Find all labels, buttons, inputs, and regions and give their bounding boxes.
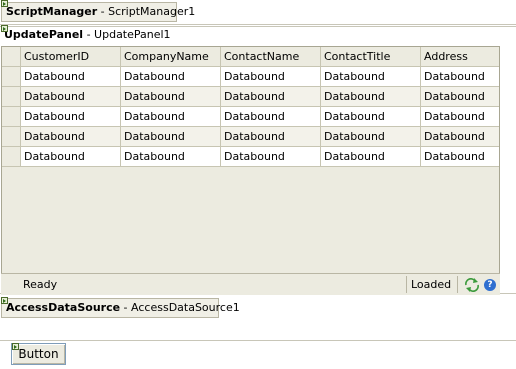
table-cell: Databound [321,67,421,87]
table-row[interactable]: Databound Databound Databound Databound … [2,87,499,107]
table-cell: Databound [421,67,499,87]
table-row[interactable]: Databound Databound Databound Databound … [2,147,499,167]
update-panel-id: UpdatePanel1 [94,28,171,41]
table-row[interactable]: Databound Databound Databound Databound … [2,107,499,127]
table-row[interactable]: Databound Databound Databound Databound … [2,127,499,147]
divider [0,24,516,25]
table-cell: Databound [121,127,221,147]
script-manager-type: ScriptManager [6,5,98,18]
table-cell: Databound [221,147,321,167]
script-manager-sep: - [97,5,109,18]
access-data-source-sep: - [120,301,132,314]
grid-header-row: CustomerID CompanyName ContactName Conta… [2,47,499,67]
data-grid[interactable]: CustomerID CompanyName ContactName Conta… [1,46,500,295]
table-cell: Databound [421,107,499,127]
table-cell: Databound [21,127,121,147]
table-cell: Databound [321,107,421,127]
script-manager-id: ScriptManager1 [108,5,196,18]
column-header-customerid[interactable]: CustomerID [21,47,121,67]
table-cell: Databound [221,67,321,87]
table-cell: Databound [121,107,221,127]
table-cell: Databound [421,127,499,147]
table-cell: Databound [321,147,421,167]
table-cell: Databound [221,107,321,127]
access-data-source-id: AccessDataSource1 [131,301,240,314]
status-divider [406,276,407,293]
table-cell: Databound [221,127,321,147]
table-cell: Databound [321,87,421,107]
table-cell: Databound [21,147,121,167]
access-data-source-type: AccessDataSource [6,301,121,314]
divider [0,340,516,341]
table-cell: Databound [421,87,499,107]
table-cell: Databound [21,87,121,107]
access-data-source-label[interactable]: AccessDataSource - AccessDataSource1 [1,298,240,318]
button[interactable]: Button [11,343,66,365]
column-header-contacttitle[interactable]: ContactTitle [321,47,421,67]
control-glyph-icon [1,297,8,304]
table-cell: Databound [121,87,221,107]
table-cell: Databound [121,147,221,167]
grid-status-bar: Ready Loaded ? [1,273,500,295]
row-selector[interactable] [2,107,21,127]
update-panel-label[interactable]: UpdatePanel - UpdatePanel1 [0,26,175,44]
update-panel-type: UpdatePanel [4,28,84,41]
row-selector[interactable] [2,127,21,147]
table-cell: Databound [21,67,121,87]
help-icon[interactable]: ? [484,279,496,291]
row-selector[interactable] [2,87,21,107]
table-cell: Databound [421,147,499,167]
control-glyph-icon [1,25,8,32]
column-header-contactname[interactable]: ContactName [221,47,321,67]
column-header-companyname[interactable]: CompanyName [121,47,221,67]
row-selector[interactable] [2,147,21,167]
table-row[interactable]: Databound Databound Databound Databound … [2,67,499,87]
column-header-address[interactable]: Address [421,47,499,67]
script-manager-label[interactable]: ScriptManager - ScriptManager1 [1,2,195,22]
control-glyph-icon [1,0,8,7]
status-divider [457,276,458,293]
table-cell: Databound [121,67,221,87]
header-select-cell [2,47,21,67]
row-selector[interactable] [2,67,21,87]
table-cell: Databound [221,87,321,107]
status-ready-text: Ready [23,278,58,291]
refresh-icon[interactable] [464,278,480,292]
update-panel-sep: - [83,28,95,41]
table-cell: Databound [21,107,121,127]
table-cell: Databound [321,127,421,147]
control-glyph-icon [12,343,19,350]
status-loaded-text: Loaded [411,278,452,291]
